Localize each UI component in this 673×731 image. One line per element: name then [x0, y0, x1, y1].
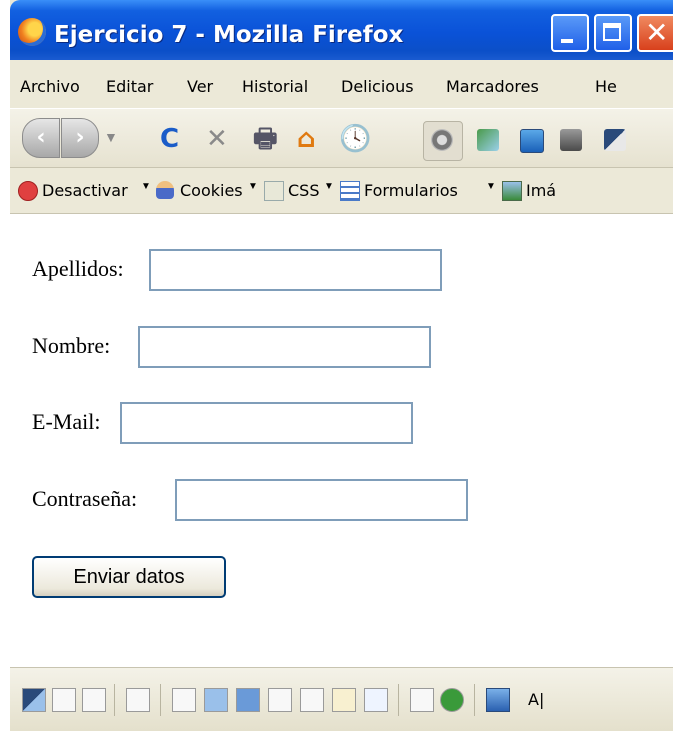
globe-icon[interactable]: [204, 688, 228, 712]
chart-icon[interactable]: [364, 688, 388, 712]
navigation-toolbar: ‹ › ▼ C ✕ 🖶 ⌂ 🕓: [10, 108, 673, 168]
nombre-input[interactable]: [138, 326, 431, 368]
tile-icon[interactable]: [22, 688, 46, 712]
history-icon[interactable]: 🕓: [339, 125, 371, 153]
layout-icon[interactable]: [604, 129, 626, 151]
print-icon[interactable]: 🖶: [253, 125, 278, 153]
web-developer-toolbar: Desactivar ▼ Cookies ▼ CSS ▼ Formularios…: [10, 168, 673, 214]
stop-icon[interactable]: ✕: [206, 125, 228, 153]
gear-icon: [431, 129, 453, 151]
forms-menu[interactable]: Formularios: [364, 181, 458, 200]
submit-button[interactable]: Enviar datos: [32, 556, 226, 598]
back-button[interactable]: ‹: [22, 118, 60, 158]
close-button[interactable]: ✕: [637, 14, 673, 52]
eraser-icon[interactable]: [300, 688, 324, 712]
print-preview-icon[interactable]: [268, 688, 292, 712]
forms-icon: [340, 181, 360, 201]
css-icon: [264, 181, 284, 201]
new-page-icon[interactable]: [126, 688, 150, 712]
toolbar-separator: [474, 684, 475, 716]
bottom-toolbar: A|: [10, 667, 673, 731]
css-menu[interactable]: CSS: [288, 181, 319, 200]
tools-icon[interactable]: [410, 688, 434, 712]
images-icon: [502, 181, 522, 201]
forward-button[interactable]: ›: [61, 118, 99, 158]
app-icon[interactable]: [486, 688, 510, 712]
toolbar-separator: [398, 684, 399, 716]
grid-icon[interactable]: [52, 688, 76, 712]
images-menu[interactable]: Imá: [526, 181, 556, 200]
disable-dropdown-icon: ▼: [141, 181, 151, 192]
firefox-window: Ejercicio 7 - Mozilla Firefox ✕ Archivo …: [10, 0, 673, 731]
menu-archivo[interactable]: Archivo: [20, 77, 80, 96]
apellidos-row: Apellidos:: [32, 249, 452, 291]
cookies-icon: [156, 181, 174, 199]
cookies-dropdown-icon: ▼: [248, 181, 258, 192]
translate-icon[interactable]: [477, 129, 499, 151]
disable-icon: [18, 181, 38, 201]
title-bar: Ejercicio 7 - Mozilla Firefox ✕: [10, 0, 673, 60]
menu-editar[interactable]: Editar: [106, 77, 153, 96]
reload-icon[interactable]: C: [160, 125, 179, 153]
toolbar-separator: [160, 684, 161, 716]
maximize-button[interactable]: [594, 14, 632, 52]
nombre-label: Nombre:: [32, 333, 111, 358]
info-icon[interactable]: [440, 688, 464, 712]
page-content: Apellidos: Nombre: E-Mail: Contraseña: E…: [10, 214, 673, 667]
toolbar-separator: [114, 684, 115, 716]
nombre-row: Nombre:: [32, 326, 452, 368]
window-title: Ejercicio 7 - Mozilla Firefox: [54, 22, 404, 48]
window-icon[interactable]: [520, 129, 544, 153]
minimize-button[interactable]: [551, 14, 589, 52]
menu-delicious[interactable]: Delicious: [341, 77, 414, 96]
maximize-icon: [603, 23, 621, 41]
disable-menu[interactable]: Desactivar: [42, 181, 128, 200]
home-icon[interactable]: ⌂: [297, 125, 316, 153]
settings-button[interactable]: [423, 121, 463, 161]
close-icon: ✕: [645, 16, 669, 49]
mail-icon[interactable]: [82, 688, 106, 712]
firefox-icon: [18, 18, 46, 46]
email-row: E-Mail:: [32, 402, 452, 444]
menu-he[interactable]: He: [595, 77, 617, 96]
back-forward-group: ‹ › ▼: [22, 118, 150, 158]
note-icon[interactable]: [332, 688, 356, 712]
password-row: Contraseña:: [32, 479, 492, 521]
apellidos-input[interactable]: [149, 249, 442, 291]
menu-marcadores[interactable]: Marcadores: [446, 77, 539, 96]
password-label: Contraseña:: [32, 486, 138, 511]
password-input[interactable]: [175, 479, 468, 521]
cookies-menu[interactable]: Cookies: [180, 181, 243, 200]
minimize-icon: [561, 39, 573, 43]
email-input[interactable]: [120, 402, 413, 444]
menu-historial[interactable]: Historial: [242, 77, 308, 96]
save-icon[interactable]: [236, 688, 260, 712]
forms-dropdown-icon: ▼: [486, 181, 496, 192]
history-dropdown-icon[interactable]: ▼: [104, 129, 118, 145]
edit-icon[interactable]: [172, 688, 196, 712]
clipboard-icon[interactable]: [560, 129, 582, 151]
apellidos-label: Apellidos:: [32, 256, 124, 281]
bottom-text: A|: [528, 690, 545, 709]
menu-bar: Archivo Editar Ver Historial Delicious M…: [10, 60, 673, 108]
css-dropdown-icon: ▼: [324, 181, 334, 192]
menu-ver[interactable]: Ver: [187, 77, 213, 96]
email-label: E-Mail:: [32, 409, 101, 434]
